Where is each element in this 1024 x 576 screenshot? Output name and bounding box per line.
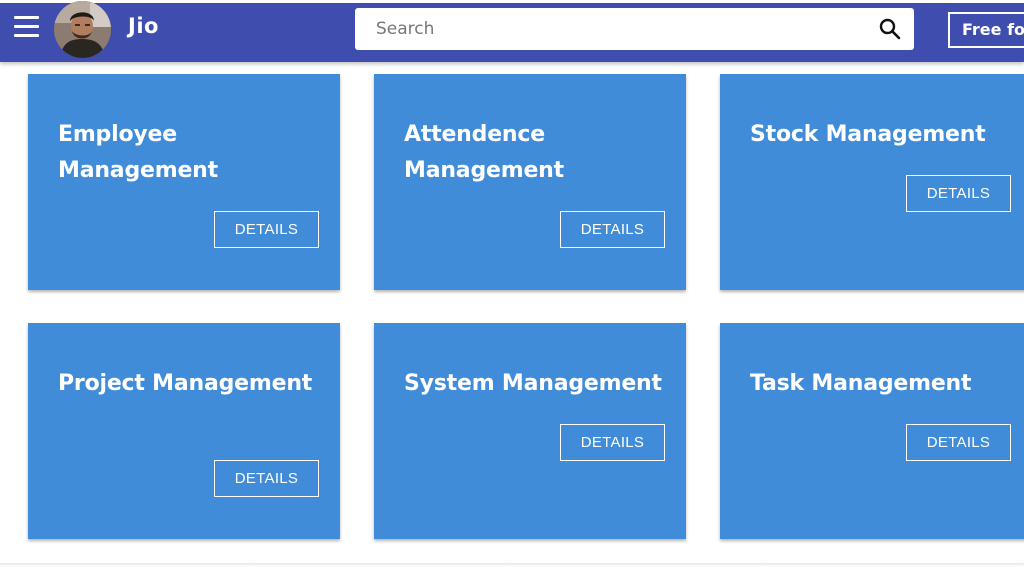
top-strip: [0, 0, 1024, 3]
details-button[interactable]: DETAILS: [214, 460, 319, 497]
card-title: Task Management: [750, 371, 972, 396]
hamburger-menu-icon[interactable]: [14, 15, 39, 39]
details-button[interactable]: DETAILS: [906, 175, 1011, 212]
search-icon[interactable]: [877, 16, 903, 42]
card-project-management: Project Management DETAILS: [28, 323, 340, 539]
card-title: Attendence Management: [404, 122, 564, 183]
details-button[interactable]: DETAILS: [214, 211, 319, 248]
card-attendence-management: Attendence Management DETAILS: [374, 74, 686, 290]
search-bar: [355, 8, 914, 50]
card-task-management: Task Management DETAILS: [720, 323, 1024, 539]
card-title: System Management: [404, 371, 662, 396]
avatar[interactable]: [54, 1, 111, 58]
user-avatar-image: [54, 1, 111, 58]
search-input[interactable]: [355, 8, 876, 50]
card-title: Stock Management: [750, 122, 986, 147]
top-app-bar: Jio Free for: [0, 0, 1024, 62]
card-stock-management: Stock Management DETAILS: [720, 74, 1024, 290]
bottom-divider: [0, 563, 1024, 567]
card-title: Employee Management: [58, 122, 218, 183]
details-button[interactable]: DETAILS: [560, 211, 665, 248]
app-title: Jio: [128, 14, 159, 38]
details-button[interactable]: DETAILS: [906, 424, 1011, 461]
card-system-management: System Management DETAILS: [374, 323, 686, 539]
card-employee-management: Employee Management DETAILS: [28, 74, 340, 290]
card-title: Project Management: [58, 371, 313, 396]
details-button[interactable]: DETAILS: [560, 424, 665, 461]
free-for-button[interactable]: Free for: [948, 12, 1024, 48]
